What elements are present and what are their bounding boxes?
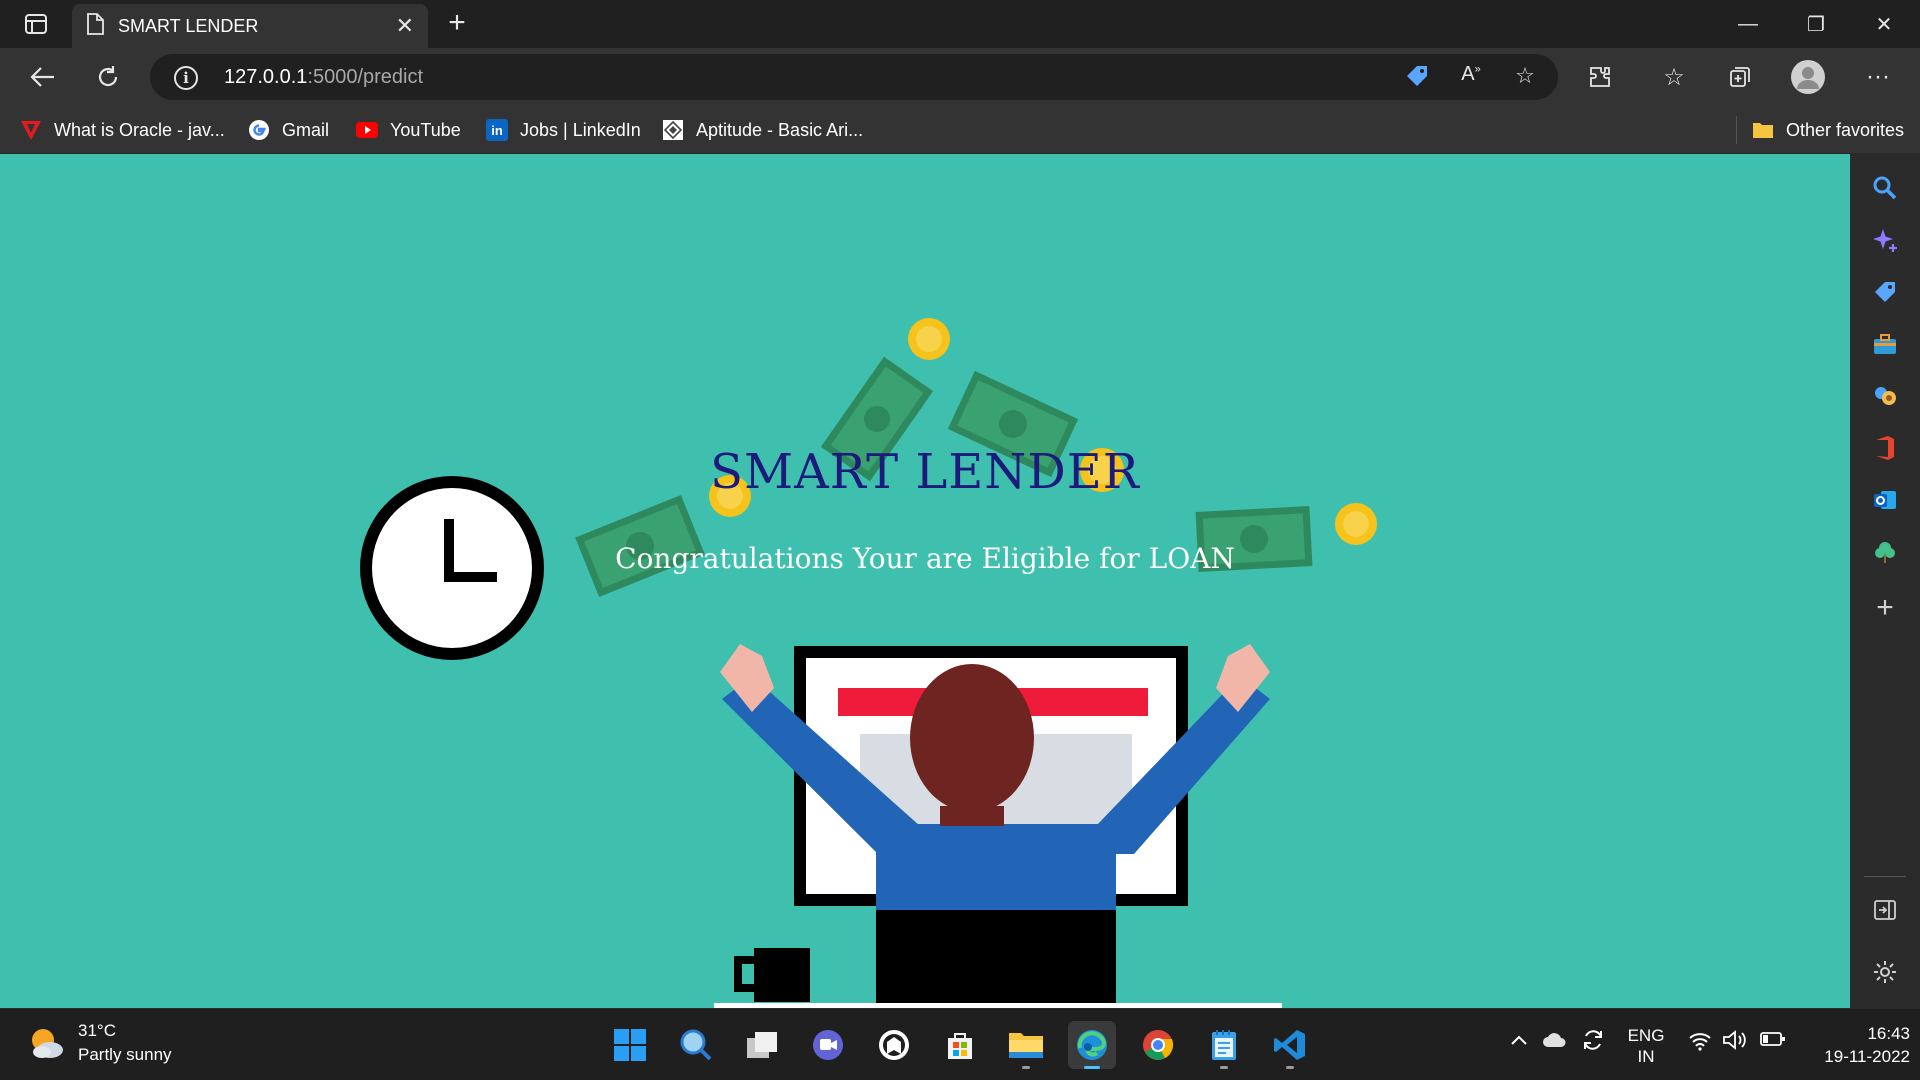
favorite-label: What is Oracle - jav...: [54, 119, 225, 140]
extensions-icon[interactable]: [1580, 58, 1620, 96]
github-desktop-icon[interactable]: [870, 1021, 918, 1069]
eligibility-message: Congratulations Your are Eligible for LO…: [615, 542, 1235, 575]
partly-sunny-icon: [28, 1025, 64, 1061]
add-sidebar-app-icon[interactable]: +: [1865, 588, 1905, 628]
favorite-aptitude[interactable]: Aptitude - Basic Ari...: [662, 114, 863, 146]
clock-date: 19-11-2022: [1824, 1047, 1910, 1066]
favorites-divider: [1736, 116, 1737, 144]
shopping-tag-icon[interactable]: [1865, 272, 1905, 312]
page-content: SMART LENDER Congratulations Your are El…: [0, 154, 1850, 1008]
favorite-label: Gmail: [282, 119, 330, 140]
coupon-tag-icon[interactable]: [1402, 63, 1432, 91]
add-favorite-icon[interactable]: ☆: [1510, 63, 1540, 91]
site-info-icon[interactable]: i: [174, 66, 198, 90]
tab-title: SMART LENDER: [118, 15, 259, 36]
restore-button[interactable]: ❐: [1782, 0, 1850, 48]
language-code: ENG: [1627, 1026, 1665, 1045]
favorites-bar: What is Oracle - jav... Gmail YouTube in…: [0, 106, 1920, 154]
google-icon: [248, 119, 270, 141]
sidebar-divider: [1864, 876, 1906, 877]
favorite-label: Jobs | LinkedIn: [520, 119, 641, 140]
browser-toolbar: i 127.0.0.1:5000/predict A» ☆ ☆ ···: [0, 48, 1920, 106]
aptitude-icon: [662, 119, 684, 141]
running-indicator: [1286, 1066, 1294, 1069]
more-menu-button[interactable]: ···: [1858, 58, 1898, 96]
file-explorer-icon[interactable]: [1002, 1021, 1050, 1069]
show-hidden-icons-chevron-icon[interactable]: [1510, 1031, 1528, 1051]
windows-taskbar: 31°C Partly sunny ENG IN 16:43 19-11-202…: [0, 1008, 1920, 1080]
favorite-oracle[interactable]: What is Oracle - jav...: [20, 114, 225, 146]
url-host: 127.0.0.1: [224, 66, 308, 88]
collections-icon[interactable]: [1720, 58, 1760, 96]
clock[interactable]: 16:43 19-11-2022: [1800, 1022, 1910, 1068]
edge-sidebar: +: [1850, 154, 1920, 1008]
copilot-sparkle-icon[interactable]: [1865, 220, 1905, 260]
page-title: SMART LENDER: [710, 444, 1140, 500]
sidebar-settings-gear-icon[interactable]: [1865, 952, 1905, 992]
title-bar: SMART LENDER ✕ + — ❐ ✕: [0, 0, 1920, 48]
other-favorites-label: Other favorites: [1786, 119, 1905, 140]
games-icon[interactable]: [1865, 376, 1905, 416]
tab-smart-lender[interactable]: SMART LENDER ✕: [72, 4, 428, 48]
weather-temp: 31°C: [78, 1021, 116, 1040]
microsoft-store-icon[interactable]: [936, 1021, 984, 1069]
sync-icon[interactable]: [1580, 1027, 1606, 1058]
tab-actions-icon[interactable]: [14, 10, 58, 38]
region-code: IN: [1637, 1047, 1655, 1066]
favorite-gmail[interactable]: Gmail: [248, 114, 329, 146]
weather-widget[interactable]: 31°C Partly sunny: [28, 1019, 172, 1067]
weather-condition: Partly sunny: [78, 1045, 172, 1064]
folder-icon: [1752, 119, 1774, 141]
linkedin-icon: in: [486, 119, 508, 141]
page-icon: [86, 12, 104, 40]
search-taskbar-icon[interactable]: [672, 1021, 720, 1069]
favorites-icon[interactable]: ☆: [1654, 58, 1694, 96]
new-tab-button[interactable]: +: [440, 8, 474, 40]
favorite-label: Aptitude - Basic Ari...: [696, 119, 864, 140]
chrome-icon[interactable]: [1134, 1021, 1182, 1069]
favorite-youtube[interactable]: YouTube: [356, 114, 461, 146]
other-favorites-folder[interactable]: Other favorites: [1752, 114, 1904, 146]
close-window-button[interactable]: ✕: [1850, 0, 1918, 48]
tools-briefcase-icon[interactable]: [1865, 324, 1905, 364]
battery-icon[interactable]: [1760, 1031, 1786, 1052]
loan-success-illustration: [360, 318, 1377, 1008]
office-icon[interactable]: [1865, 428, 1905, 468]
close-tab-icon[interactable]: ✕: [396, 13, 414, 39]
running-indicator: [1220, 1066, 1228, 1069]
clock-time: 16:43: [1867, 1024, 1910, 1043]
youtube-icon: [356, 119, 378, 141]
search-icon[interactable]: [1865, 168, 1905, 208]
active-indicator: [1084, 1066, 1100, 1069]
vscode-icon[interactable]: [1266, 1021, 1314, 1069]
read-aloud-icon[interactable]: A»: [1456, 63, 1486, 91]
tree-icon[interactable]: [1865, 532, 1905, 572]
running-indicator: [1022, 1066, 1030, 1069]
wifi-icon[interactable]: [1688, 1031, 1712, 1056]
notepad-icon[interactable]: [1200, 1021, 1248, 1069]
back-button[interactable]: [22, 58, 62, 96]
onedrive-cloud-icon[interactable]: [1542, 1029, 1568, 1054]
volume-icon[interactable]: [1722, 1029, 1748, 1056]
start-button[interactable]: [606, 1021, 654, 1069]
url-text[interactable]: 127.0.0.1:5000/predict: [224, 66, 423, 89]
refresh-button[interactable]: [88, 58, 128, 96]
profile-avatar-icon[interactable]: [1788, 58, 1828, 96]
favorite-label: YouTube: [390, 119, 461, 140]
task-view-icon[interactable]: [738, 1021, 786, 1069]
outlook-icon[interactable]: [1865, 480, 1905, 520]
address-bar[interactable]: i 127.0.0.1:5000/predict A» ☆: [150, 54, 1558, 100]
hide-sidebar-icon[interactable]: [1865, 890, 1905, 930]
favorite-linkedin[interactable]: in Jobs | LinkedIn: [486, 114, 641, 146]
language-indicator[interactable]: ENG IN: [1626, 1025, 1666, 1067]
teams-chat-icon[interactable]: [804, 1021, 852, 1069]
oracle-icon: [20, 119, 42, 141]
edge-browser-icon[interactable]: [1068, 1021, 1116, 1069]
desk-illustration: [714, 910, 1282, 1008]
url-path: :5000/predict: [307, 66, 424, 88]
minimize-button[interactable]: —: [1714, 0, 1782, 48]
